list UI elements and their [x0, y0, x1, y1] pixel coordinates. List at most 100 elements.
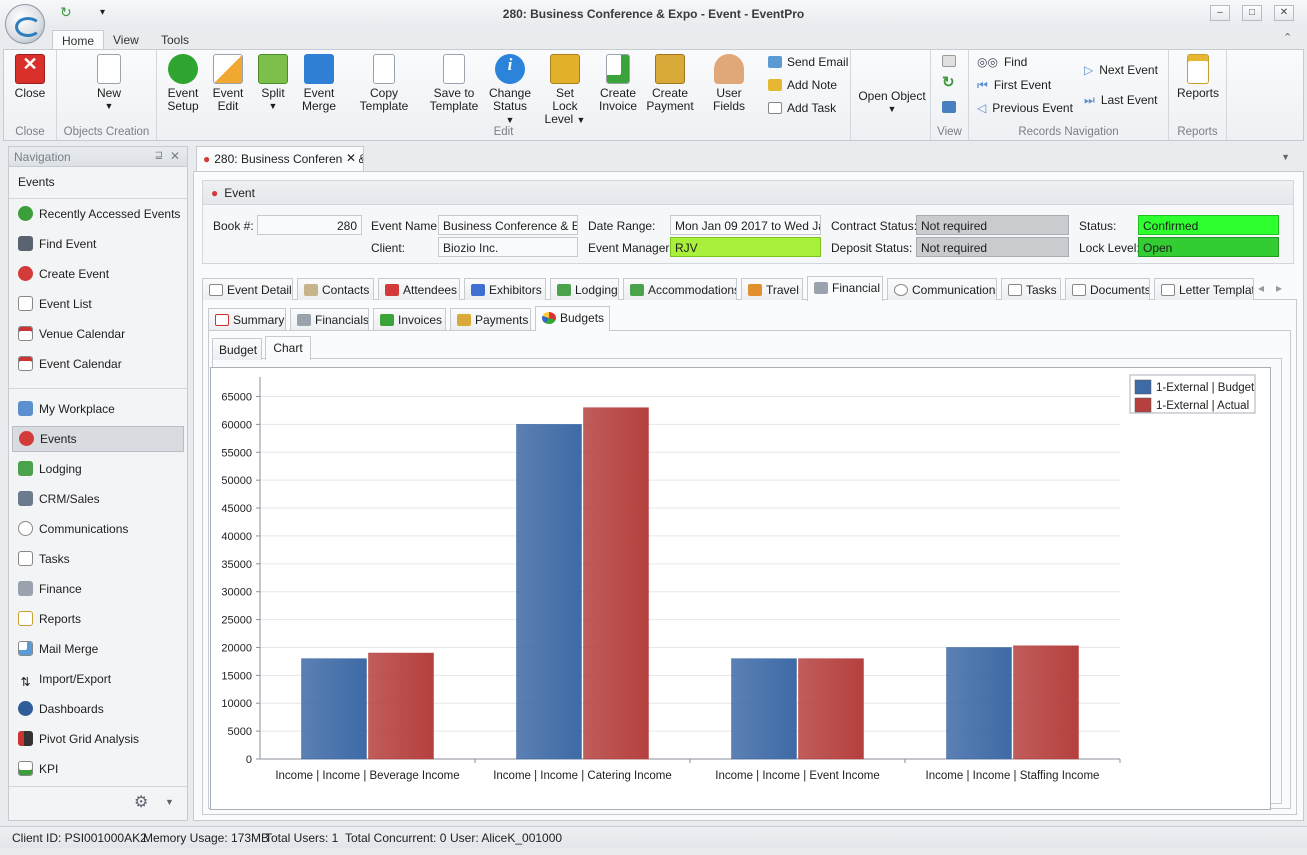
date-range-field[interactable]: Mon Jan 09 2017 to Wed Jan 11 2017 [670, 215, 821, 235]
nav-mail-merge[interactable]: Mail Merge [12, 636, 184, 662]
phone-icon[interactable] [942, 101, 956, 113]
nav-recently-accessed[interactable]: Recently Accessed Events [12, 201, 184, 227]
attendees-icon [385, 284, 399, 296]
save-to-template-button[interactable]: Save to Template [429, 54, 479, 113]
nav-venue-calendar[interactable]: Venue Calendar [12, 321, 184, 347]
tab-tasks[interactable]: Tasks [1001, 278, 1061, 300]
tabs-scroll-right-icon[interactable]: ▸ [1276, 281, 1282, 295]
event-merge-button[interactable]: Event Merge [299, 54, 339, 113]
nav-settings-dropdown-icon[interactable]: ▼ [165, 797, 174, 807]
y-tick-label: 0 [246, 754, 252, 766]
speech-bubble-icon [18, 521, 33, 536]
subtab-summary[interactable]: Summary [208, 308, 286, 330]
nav-my-workplace[interactable]: My Workplace [12, 396, 184, 422]
book-number-field[interactable]: 280 [257, 215, 362, 235]
split-button[interactable]: Split ▼ [255, 54, 291, 113]
find-button[interactable]: ◎◎ Find [977, 53, 1027, 71]
pin-icon[interactable]: ⊒ [155, 150, 163, 161]
event-edit-button[interactable]: Event Edit [209, 54, 247, 113]
contract-status-field[interactable]: Not required [916, 215, 1069, 235]
tab-accommodations[interactable]: Accommodations [623, 278, 737, 300]
tab-documents[interactable]: Documents [1065, 278, 1150, 300]
first-arrow-icon: ⏮ [977, 78, 988, 92]
event-setup-button[interactable]: Event Setup [163, 54, 203, 113]
lock-level-field[interactable]: Open [1138, 237, 1279, 257]
nav-create-event[interactable]: Create Event [12, 261, 184, 287]
collapse-ribbon-icon[interactable]: ⌃ [1283, 31, 1292, 44]
next-event-button[interactable]: ▷ Next Event [1084, 61, 1158, 79]
copy-template-button[interactable]: Copy Template [346, 54, 422, 113]
ribbon-tab-home[interactable]: Home [52, 30, 105, 50]
client-field[interactable]: Biozio Inc. [438, 237, 578, 257]
close-window-button[interactable]: ✕ [1274, 5, 1294, 21]
new-button[interactable]: New ▼ [89, 54, 129, 113]
change-status-button[interactable]: i Change Status ▼ [487, 54, 533, 127]
deposit-status-field[interactable]: Not required [916, 237, 1069, 257]
app-menu-button[interactable] [5, 4, 45, 44]
add-task-button[interactable]: Add Task [768, 99, 836, 117]
refresh-view-icon[interactable]: ↻ [942, 73, 955, 91]
subtab-invoices[interactable]: Invoices [373, 308, 446, 330]
tab-list-dropdown-icon[interactable]: ▼ [1281, 152, 1290, 162]
calendar-icon[interactable] [942, 55, 956, 67]
tab-contacts[interactable]: Contacts [297, 278, 374, 300]
previous-arrow-icon: ◁ [977, 101, 987, 115]
ribbon-tab-view[interactable]: View [104, 30, 148, 50]
tab-attendees[interactable]: Attendees [378, 278, 460, 300]
nav-event-calendar[interactable]: Event Calendar [12, 351, 184, 377]
create-payment-button[interactable]: Create Payment [645, 54, 695, 113]
last-event-button[interactable]: ⏭ Last Event [1084, 91, 1158, 109]
nav-settings-gear-icon[interactable]: ⚙ [134, 792, 148, 812]
first-event-button[interactable]: ⏮ First Event [977, 76, 1051, 94]
ribbon-tab-tools[interactable]: Tools [152, 30, 198, 50]
document-icon [1072, 284, 1086, 296]
subtab-payments[interactable]: Payments [450, 308, 531, 330]
add-note-button[interactable]: Add Note [768, 76, 837, 94]
nav-lodging[interactable]: Lodging [12, 456, 184, 482]
previous-event-button[interactable]: ◁ Previous Event [977, 99, 1073, 117]
tabs-scroll-left-icon[interactable]: ◂ [1258, 281, 1264, 295]
minimize-button[interactable]: – [1210, 5, 1230, 21]
nav-reports[interactable]: Reports [12, 606, 184, 632]
document-tab[interactable]: ●280: Business Conference & Expo - Event [196, 146, 364, 172]
nav-crm-sales[interactable]: CRM/Sales [12, 486, 184, 512]
y-tick-label: 35000 [221, 559, 252, 571]
tab-letter-templates[interactable]: Letter Templates [1154, 278, 1254, 300]
maximize-button[interactable]: □ [1242, 5, 1262, 21]
open-object-button[interactable]: Open Object ▼ [857, 90, 927, 116]
view-tab-budget[interactable]: Budget [212, 338, 262, 360]
close-nav-icon[interactable]: ✕ [170, 149, 180, 163]
group-close: ✕ Close Close [4, 50, 57, 140]
tab-event-detail[interactable]: Event Detail [202, 278, 293, 300]
subtab-budgets[interactable]: Budgets [535, 306, 610, 331]
nav-communications[interactable]: Communications [12, 516, 184, 542]
next-arrow-icon: ▷ [1084, 63, 1094, 77]
tab-travel[interactable]: Travel [741, 278, 803, 300]
create-invoice-button[interactable]: Create Invoice [596, 54, 640, 113]
nav-tasks[interactable]: Tasks [12, 546, 184, 572]
nav-import-export[interactable]: ⇅ Import/Export [12, 666, 184, 692]
nav-dashboards[interactable]: Dashboards [12, 696, 184, 722]
status-field[interactable]: Confirmed [1138, 215, 1279, 235]
nav-event-list[interactable]: Event List [12, 291, 184, 317]
nav-finance[interactable]: Finance [12, 576, 184, 602]
event-manager-field[interactable]: RJV [670, 237, 821, 257]
send-email-button[interactable]: Send Email [768, 53, 848, 71]
tab-exhibitors[interactable]: Exhibitors [464, 278, 546, 300]
close-tab-icon[interactable]: ✕ [343, 151, 360, 165]
nav-events[interactable]: Events [12, 426, 184, 452]
nav-pivot-grid[interactable]: Pivot Grid Analysis [12, 726, 184, 752]
view-tab-chart[interactable]: Chart [265, 336, 311, 360]
reports-button[interactable]: Reports [1175, 54, 1221, 100]
bar-actual [368, 652, 434, 760]
tab-lodging[interactable]: Lodging [550, 278, 619, 300]
nav-kpi[interactable]: KPI [12, 756, 184, 782]
nav-find-event[interactable]: Find Event [12, 231, 184, 257]
tab-financial[interactable]: Financial [807, 276, 883, 301]
event-name-field[interactable]: Business Conference & Expo [438, 215, 578, 235]
set-lock-level-button[interactable]: Set Lock Level ▼ [542, 54, 588, 127]
subtab-financials[interactable]: Financials [290, 308, 369, 330]
user-fields-button[interactable]: User Fields [700, 54, 758, 113]
tab-communications[interactable]: Communications [887, 278, 997, 300]
close-button[interactable]: ✕ Close [12, 54, 48, 100]
